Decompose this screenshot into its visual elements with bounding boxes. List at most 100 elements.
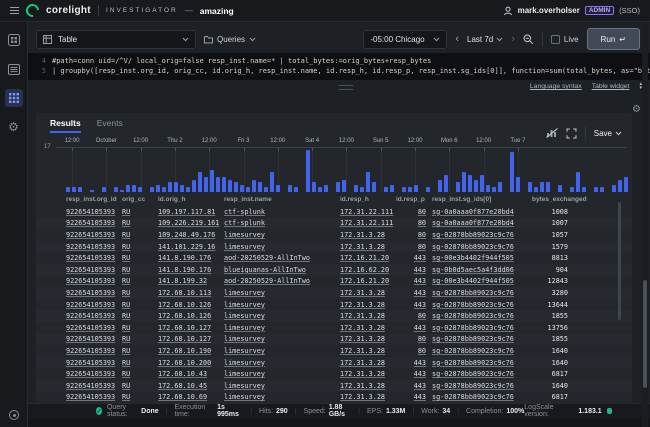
cell-value-link[interactable]: sg-0a0aaa0f877e20bd4 xyxy=(432,208,514,216)
table-cell[interactable]: limesurvey xyxy=(224,324,340,332)
cell-value-link[interactable]: sg-02878bb89023c9c76 xyxy=(432,231,514,239)
table-cell[interactable]: 922654105393 xyxy=(66,312,122,320)
table-cell[interactable]: 922654105393 xyxy=(66,277,122,285)
table-cell[interactable]: 172.68.10.200 xyxy=(158,359,224,367)
cell-value-link[interactable]: sg-02878bb89023c9c76 xyxy=(432,324,514,332)
username[interactable]: mark.overholser xyxy=(518,6,580,15)
table-cell[interactable]: 172.31.22.111 xyxy=(340,219,396,227)
cell-value-link[interactable]: 922654105393 xyxy=(66,382,115,390)
cell-value-link[interactable]: 80 xyxy=(418,208,426,216)
cell-value-link[interactable]: limesurvey xyxy=(224,347,265,355)
column-header[interactable]: resp_inst.sg_ids[0] xyxy=(432,196,532,203)
cell-value-link[interactable]: sg-0a0aaa0f877e20bd4 xyxy=(432,219,514,227)
table-cell[interactable]: blueiguanas-AllInTwo xyxy=(224,266,340,274)
table-cell[interactable]: RU xyxy=(122,301,158,309)
cell-value-link[interactable]: 922654105393 xyxy=(66,312,115,320)
cell-value-link[interactable]: 922654105393 xyxy=(66,335,115,343)
table-cell[interactable]: RU xyxy=(122,370,158,378)
column-header[interactable]: orig_cc xyxy=(122,196,158,203)
queries-button[interactable]: Queries xyxy=(204,35,256,44)
cell-value-link[interactable]: 922654105393 xyxy=(66,370,115,378)
table-cell[interactable]: RU xyxy=(122,359,158,367)
table-cell[interactable]: RU xyxy=(122,277,158,285)
table-cell[interactable]: 109.248.49.176 xyxy=(158,231,224,239)
table-cell[interactable]: limesurvey xyxy=(224,289,340,297)
table-cell[interactable]: RU xyxy=(122,231,158,239)
cell-value-link[interactable]: RU xyxy=(122,266,130,274)
table-cell[interactable]: 172.31.3.28 xyxy=(340,359,396,367)
cell-value-link[interactable]: 922654105393 xyxy=(66,254,115,262)
table-cell[interactable]: 172.31.3.28 xyxy=(340,231,396,239)
cell-value-link[interactable]: 141.8.199.32 xyxy=(158,277,207,285)
cell-value-link[interactable]: limesurvey xyxy=(224,370,265,378)
table-cell[interactable]: 443 xyxy=(396,301,432,309)
table-cell[interactable]: RU xyxy=(122,312,158,320)
column-header[interactable]: id.orig_h xyxy=(158,196,224,203)
table-cell[interactable]: 443 xyxy=(396,266,432,274)
time-range-select[interactable]: Last 7d xyxy=(467,35,503,44)
table-cell[interactable]: 172.68.10.126 xyxy=(158,301,224,309)
cell-value-link[interactable]: sg-0b0d5aec5a4f3dd06 xyxy=(432,266,514,274)
time-forward-arrow[interactable]: › xyxy=(511,34,515,44)
cell-value-link[interactable]: 922654105393 xyxy=(66,219,115,227)
table-cell[interactable]: 922654105393 xyxy=(66,393,122,401)
window-scrollbar-thumb[interactable] xyxy=(643,280,647,388)
table-cell[interactable]: sg-02878bb89023c9c76 xyxy=(432,289,532,297)
table-cell[interactable]: 172.31.3.28 xyxy=(340,393,396,401)
cell-value-link[interactable]: 172.31.3.28 xyxy=(340,231,385,239)
table-cell[interactable]: RU xyxy=(122,219,158,227)
table-cell[interactable]: sg-0a0aaa0f877e20bd4 xyxy=(432,208,532,216)
cell-value-link[interactable]: 443 xyxy=(414,359,426,367)
help-icon[interactable] xyxy=(9,410,19,420)
column-header[interactable]: bytes_exchanged xyxy=(532,196,608,203)
cell-value-link[interactable]: RU xyxy=(122,208,130,216)
cell-value-link[interactable]: 80 xyxy=(418,347,426,355)
table-cell[interactable]: 172.16.62.20 xyxy=(340,266,396,274)
table-cell[interactable]: sg-00e3b4402f944f505 xyxy=(432,254,532,262)
table-cell[interactable]: RU xyxy=(122,335,158,343)
cell-value-link[interactable]: RU xyxy=(122,301,130,309)
table-cell[interactable]: 922654105393 xyxy=(66,219,122,227)
cell-value-link[interactable]: sg-02878bb89023c9c76 xyxy=(432,301,514,309)
table-cell[interactable]: sg-02878bb89023c9c76 xyxy=(432,359,532,367)
table-cell[interactable]: 172.16.21.20 xyxy=(340,277,396,285)
cell-value-link[interactable]: 80 xyxy=(418,335,426,343)
table-cell[interactable]: 141.8.190.176 xyxy=(158,254,224,262)
table-cell[interactable]: 109.197.117.81 xyxy=(158,208,224,216)
table-cell[interactable]: sg-02878bb89023c9c76 xyxy=(432,243,532,251)
cell-value-link[interactable]: blueiguanas-AllInTwo xyxy=(224,266,306,274)
table-cell[interactable]: 80 xyxy=(396,208,432,216)
apps-grid-icon[interactable] xyxy=(5,89,23,107)
table-cell[interactable]: 922654105393 xyxy=(66,289,122,297)
table-cell[interactable]: limesurvey xyxy=(224,393,340,401)
table-cell[interactable]: 922654105393 xyxy=(66,301,122,309)
cell-value-link[interactable]: 443 xyxy=(414,277,426,285)
column-header[interactable]: resp_inst.name xyxy=(224,196,340,203)
table-cell[interactable]: 172.31.3.28 xyxy=(340,312,396,320)
table-cell[interactable]: 922654105393 xyxy=(66,208,122,216)
cell-value-link[interactable]: 922654105393 xyxy=(66,243,115,251)
table-cell[interactable]: 922654105393 xyxy=(66,254,122,262)
cell-value-link[interactable]: 443 xyxy=(414,301,426,309)
view-type-select[interactable]: Table xyxy=(36,30,196,49)
table-scrollbar[interactable] xyxy=(618,202,621,320)
table-cell[interactable]: sg-02878bb89023c9c76 xyxy=(432,347,532,355)
table-cell[interactable]: ctf-splunk xyxy=(224,208,340,216)
cell-value-link[interactable]: sg-02878bb89023c9c76 xyxy=(432,359,514,367)
table-cell[interactable]: 443 xyxy=(396,382,432,390)
language-syntax-link[interactable]: Language syntax xyxy=(530,83,582,90)
column-header[interactable]: id.resp_h xyxy=(340,196,396,203)
resize-handle[interactable] xyxy=(339,85,353,90)
table-cell[interactable]: 443 xyxy=(396,277,432,285)
table-cell[interactable]: 172.31.3.28 xyxy=(340,289,396,297)
cell-value-link[interactable]: 922654105393 xyxy=(66,359,115,367)
cell-value-link[interactable]: 443 xyxy=(414,393,426,401)
cell-value-link[interactable]: 109.197.117.81 xyxy=(158,208,215,216)
column-header[interactable]: resp_inst.org_id xyxy=(66,196,122,203)
table-cell[interactable]: sg-02878bb89023c9c76 xyxy=(432,301,532,309)
table-cell[interactable]: limesurvey xyxy=(224,243,340,251)
cell-value-link[interactable]: RU xyxy=(122,347,130,355)
cell-value-link[interactable]: 109.248.49.176 xyxy=(158,231,215,239)
table-cell[interactable]: 443 xyxy=(396,254,432,262)
cell-value-link[interactable]: ctf-splunk xyxy=(224,208,265,216)
